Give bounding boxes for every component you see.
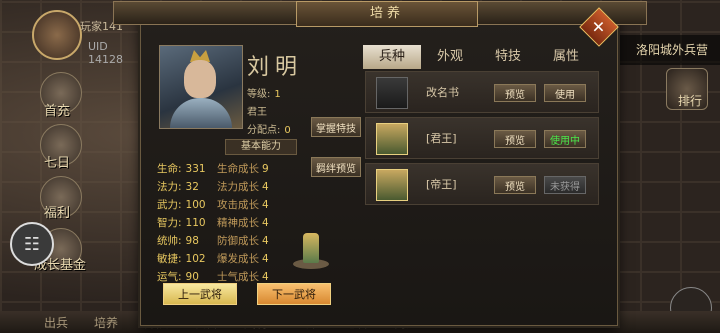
preview-button[interactable]: 预览 — [494, 130, 536, 148]
rename-book-icon — [376, 77, 408, 109]
not-obtained-button: 未获得 — [544, 176, 586, 194]
use-button[interactable]: 使用 — [544, 84, 586, 102]
master-skill-button[interactable]: 掌握特技 — [311, 117, 361, 137]
hero-level-row: 等级: 1 — [247, 89, 281, 100]
stat-row: 武力: 100 — [157, 199, 206, 211]
list-item-name: 改名书 — [426, 86, 459, 99]
player-avatar[interactable] — [32, 10, 82, 60]
stat-row: 运气: 90 — [157, 271, 199, 283]
list-item: 改名书 预览 使用 — [365, 71, 599, 113]
seven-day-label: 七日 — [44, 156, 71, 171]
growth-row: 士气成长 4 — [217, 271, 269, 283]
next-general-button[interactable]: 下一武将 — [257, 283, 331, 305]
soldier-icon — [376, 123, 408, 155]
growth-row: 法力成长 4 — [217, 181, 269, 193]
list-item-name: [帝王] — [426, 178, 457, 191]
first-recharge-label: 首充 — [44, 104, 71, 119]
stat-row: 智力: 110 — [157, 217, 206, 229]
welfare-label: 福利 — [44, 206, 71, 221]
location-banner: 洛阳城外兵营 — [610, 35, 720, 65]
basic-stats-title: 基本能力 — [225, 139, 297, 155]
hero-name: 刘明 — [247, 55, 304, 80]
hero-points-row: 分配点: 0 — [247, 125, 291, 136]
stat-row: 法力: 32 — [157, 181, 199, 193]
hero-portrait — [159, 45, 243, 129]
hero-title: 君王 — [247, 107, 267, 118]
chat-icon[interactable]: ☷ — [10, 222, 54, 266]
tab-skill[interactable]: 特技 — [479, 45, 537, 69]
list-item: [帝王] 预览 未获得 — [365, 163, 599, 205]
close-icon: ✕ — [592, 17, 606, 37]
tabs: 兵种 外观 特技 属性 — [363, 45, 595, 69]
stat-row: 敏捷: 102 — [157, 253, 206, 265]
preview-button[interactable]: 预览 — [494, 84, 536, 102]
stat-row: 生命: 331 — [157, 163, 206, 175]
prev-general-button[interactable]: 上一武将 — [163, 283, 237, 305]
train-modal: 培养 ✕ 刘明 等级: 1 君王 分配点: 0 掌握特技 基本能力 羁绊预览 生命:… — [113, 1, 647, 326]
growth-row: 攻击成长 4 — [217, 199, 269, 211]
hero-level: 1 — [274, 89, 281, 100]
modal-title: 培养 — [296, 1, 478, 27]
growth-row: 爆发成长 4 — [217, 253, 269, 265]
nav-deploy[interactable]: 出兵 — [44, 314, 68, 331]
growth-row: 防御成长 4 — [217, 235, 269, 247]
nav-train[interactable]: 培养 — [94, 314, 118, 331]
preview-button[interactable]: 预览 — [494, 176, 536, 194]
tab-attributes[interactable]: 属性 — [537, 45, 595, 69]
tab-troop-type[interactable]: 兵种 — [363, 45, 421, 69]
growth-row: 精神成长 4 — [217, 217, 269, 229]
in-use-button[interactable]: 使用中 — [544, 130, 586, 148]
player-uid: UID 14128 — [88, 40, 123, 66]
list-item-name: [君王] — [426, 132, 457, 145]
hero-points: 0 — [284, 125, 291, 136]
stat-row: 统帅: 98 — [157, 235, 199, 247]
rank-label: 排行 — [677, 94, 702, 108]
unit-figure — [291, 225, 331, 269]
tab-appearance[interactable]: 外观 — [421, 45, 479, 69]
growth-row: 生命成长 9 — [217, 163, 269, 175]
bond-preview-button[interactable]: 羁绊预览 — [311, 157, 361, 177]
location-label: 洛阳城外兵营 — [635, 43, 708, 57]
left-hud: 玩家141 UID 14128 首充 七日 福利 成长基金 ☷ — [0, 0, 140, 333]
soldier-icon — [376, 169, 408, 201]
list-item: [君王] 预览 使用中 — [365, 117, 599, 159]
